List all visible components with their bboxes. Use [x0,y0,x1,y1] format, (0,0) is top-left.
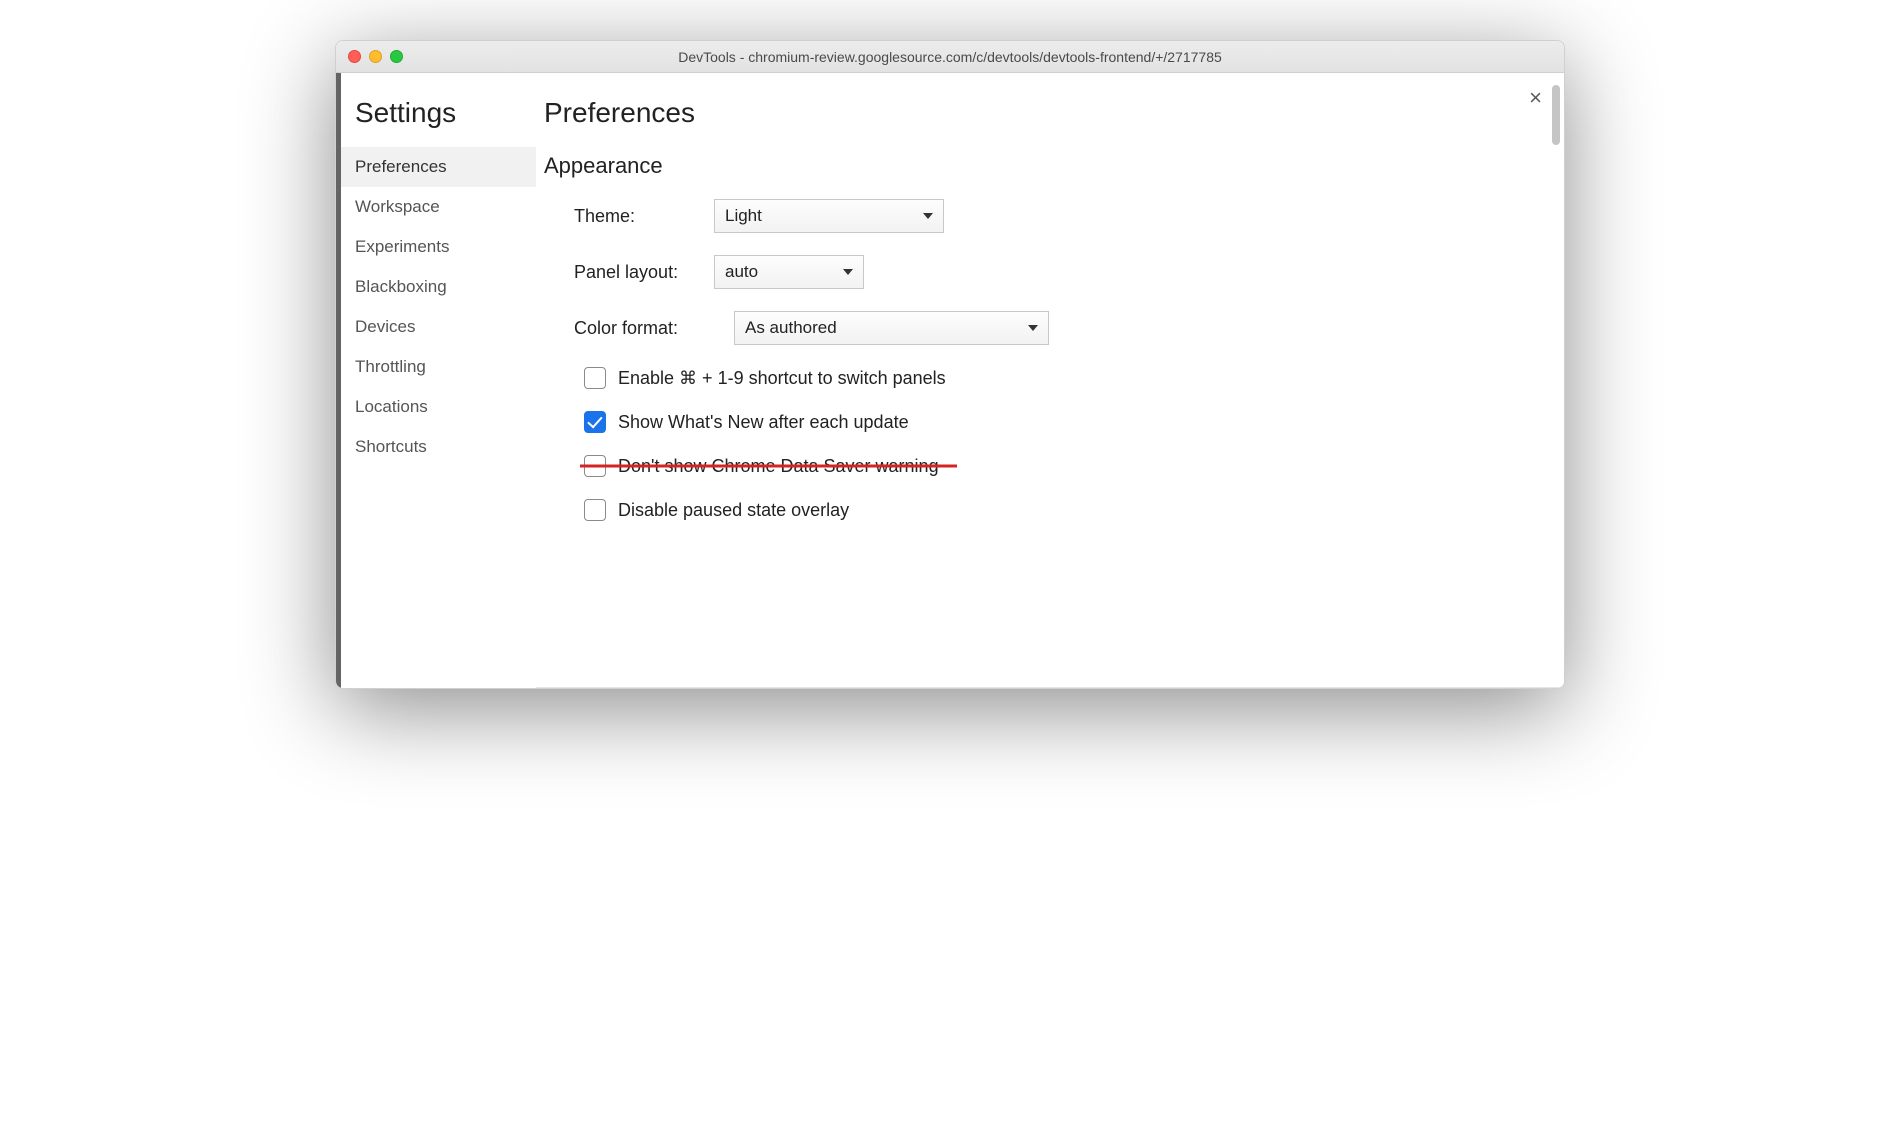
minimize-window-icon[interactable] [369,50,382,63]
row-panel-layout: Panel layout: auto [574,255,1534,289]
sidebar-item-devices[interactable]: Devices [341,307,536,347]
traffic-lights [336,50,403,63]
sidebar-item-shortcuts[interactable]: Shortcuts [341,427,536,467]
sidebar-item-throttling[interactable]: Throttling [341,347,536,387]
check-disable-paused-overlay[interactable]: Disable paused state overlay [584,499,1534,521]
panel-layout-value: auto [725,262,758,282]
check-label: Disable paused state overlay [618,500,849,521]
panel-layout-select[interactable]: auto [714,255,864,289]
checkbox-icon[interactable] [584,499,606,521]
sidebar: Settings Preferences Workspace Experimen… [336,73,536,688]
color-format-select[interactable]: As authored [734,311,1049,345]
panel-layout-label: Panel layout: [574,262,714,283]
color-format-label: Color format: [574,318,734,339]
color-format-value: As authored [745,318,837,338]
checkbox-icon[interactable] [584,367,606,389]
section-appearance: Appearance [544,153,1534,179]
sidebar-item-locations[interactable]: Locations [341,387,536,427]
check-label: Enable ⌘ + 1-9 shortcut to switch panels [618,368,946,389]
chevron-down-icon [1028,325,1038,331]
checkbox-checked-icon[interactable] [584,411,606,433]
page-title: Preferences [544,97,1534,129]
window: DevTools - chromium-review.googlesource.… [335,40,1565,689]
sidebar-item-workspace[interactable]: Workspace [341,187,536,227]
main-panel: Preferences Appearance Theme: Light Pane… [536,73,1564,688]
titlebar: DevTools - chromium-review.googlesource.… [336,41,1564,73]
check-enable-shortcut[interactable]: Enable ⌘ + 1-9 shortcut to switch panels [584,367,1534,389]
check-whats-new[interactable]: Show What's New after each update [584,411,1534,433]
content-area: × Settings Preferences Workspace Experim… [336,73,1564,688]
strikethrough-annotation [580,465,957,468]
sidebar-item-experiments[interactable]: Experiments [341,227,536,267]
row-theme: Theme: Light [574,199,1534,233]
chevron-down-icon [843,269,853,275]
window-title: DevTools - chromium-review.googlesource.… [336,49,1564,65]
theme-label: Theme: [574,206,714,227]
divider [536,687,1564,688]
maximize-window-icon[interactable] [390,50,403,63]
row-color-format: Color format: As authored [574,311,1534,345]
sidebar-title: Settings [341,97,536,147]
theme-select-value: Light [725,206,762,226]
close-window-icon[interactable] [348,50,361,63]
theme-select[interactable]: Light [714,199,944,233]
chevron-down-icon [923,213,933,219]
check-data-saver[interactable]: Don't show Chrome Data Saver warning [584,455,939,477]
scrollbar-thumb[interactable] [1552,85,1560,145]
check-label: Show What's New after each update [618,412,909,433]
sidebar-item-preferences[interactable]: Preferences [341,147,536,187]
sidebar-item-blackboxing[interactable]: Blackboxing [341,267,536,307]
